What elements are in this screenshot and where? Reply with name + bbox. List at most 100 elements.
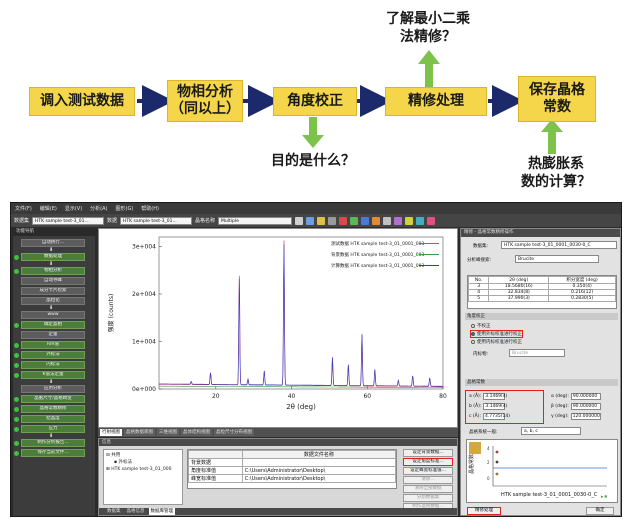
grid-icon[interactable] — [328, 216, 337, 225]
nav-step[interactable]: 确定晶相 — [21, 321, 85, 329]
nav-step[interactable]: 成分卡片检索 — [21, 287, 85, 295]
peak-icon[interactable] — [317, 216, 326, 225]
nav-step[interactable]: 晶格常数精修 — [21, 405, 85, 413]
menu-help[interactable]: 帮助(H) — [141, 205, 159, 212]
zoom-icon[interactable] — [295, 216, 304, 225]
status-dot-icon — [14, 362, 19, 368]
menu-file[interactable]: 文件(F) — [15, 205, 32, 212]
fit-icon[interactable] — [350, 216, 359, 225]
nav-step[interactable]: 内标法 — [21, 361, 85, 369]
tab-database-management[interactable]: 数据库管理 — [148, 508, 175, 515]
tab-dataset[interactable]: 数据集 — [105, 508, 123, 515]
internal-standard-select[interactable]: Brucite — [509, 349, 565, 357]
flow-question-thermal-expansion: 热膨胀系 数的计算？ — [521, 156, 591, 190]
ok-button[interactable]: 确定 — [586, 507, 614, 515]
table-row[interactable]: 角度标准值 C:\Users\Administrator\Desktop\ — [188, 466, 397, 475]
menu-graph[interactable]: 图形(G) — [116, 205, 134, 212]
nav-step[interactable]: 数据处理 — [21, 253, 85, 261]
split-dataset-button[interactable]: 分割数据集 — [403, 494, 453, 502]
nav-step[interactable]: 外标法 — [21, 351, 85, 359]
toolbar: 数据集 HTK sample test-3_01... 数据 HTK sampl… — [11, 214, 621, 227]
tab-3d-view[interactable]: 三维视图 — [157, 429, 179, 436]
export-icon[interactable] — [372, 216, 381, 225]
nav-step[interactable]: 自动寻峰 — [21, 277, 85, 285]
status-dot-icon — [14, 342, 19, 348]
crystal-system-select[interactable]: a, b, c — [521, 427, 581, 435]
dataset-select[interactable]: HTK sample test-3_01... — [32, 216, 105, 225]
cell-alpha-value[interactable]: 90.000000 — [570, 393, 601, 400]
cell-a-value[interactable]: 3.1469(4) — [483, 393, 507, 400]
nav-step[interactable]: 自动执行... — [21, 239, 85, 247]
table-row[interactable]: 峰宽标准值 C:\Users\Administrator\Desktop\ — [188, 474, 397, 483]
nav-step[interactable]: 晶粒化 — [21, 297, 85, 305]
function-navigator: 功能导航 自动执行... ⬇ 数据处理 ⬇ 物相分析 自动寻峰 成分卡片检索 晶粒化 ⬇ www 确… — [13, 228, 95, 516]
col-no: No. — [468, 276, 490, 284]
svg-text:晶格常数: 晶格常数 — [468, 454, 475, 474]
settings-icon[interactable] — [383, 216, 392, 225]
set-background-button[interactable]: 设定背景数据... — [403, 449, 453, 457]
radio-external-standard[interactable]: 使用外标校准进行校正 — [470, 330, 523, 338]
tree-item-external-standard[interactable]: ▪ 外标法 — [106, 459, 180, 466]
tree-item-sample[interactable]: ⊞ HTK sample test-3_01_000 — [106, 466, 180, 473]
table-icon[interactable] — [416, 216, 425, 225]
radio-internal-standard[interactable]: 使用内标校准进行校正 — [471, 339, 522, 345]
chart-icon[interactable] — [361, 216, 370, 225]
table-row[interactable]: 背景数据 — [188, 458, 397, 467]
legend-label: 计算数据 HTK sample test-3_01_0001_003 — [331, 262, 425, 269]
color-icon[interactable] — [394, 216, 403, 225]
bar-icon[interactable] — [427, 216, 436, 225]
nav-step[interactable]: 制作分析报告... — [21, 439, 85, 447]
set-angle-standard-button[interactable]: 设定角度标准... — [403, 458, 453, 466]
svg-text:4: 4 — [487, 446, 490, 451]
nav-step[interactable]: 晶胞尺寸/晶格畸变 — [21, 395, 85, 403]
flow-step-phase-analysis: 物相分析 （同以上） — [167, 80, 243, 122]
tab-lattice-db-view[interactable]: 晶格数据库图 — [124, 429, 155, 436]
cell-gamma-value[interactable]: 120.000000 — [570, 413, 601, 420]
y-tick-label: 1e+004 — [132, 339, 156, 346]
plot-frame — [158, 236, 444, 390]
rp-dataset-select[interactable]: HTK sample test-3_01_0001_0030-0_C — [501, 241, 617, 249]
nav-step[interactable]: K值法定量 — [21, 371, 85, 379]
cursor-icon[interactable] — [306, 216, 315, 225]
svg-text:2: 2 — [487, 460, 490, 465]
label-icon[interactable] — [405, 216, 414, 225]
x-tick-label: 40 — [288, 393, 296, 400]
cell-beta-value[interactable]: 90.000000 — [570, 403, 601, 410]
status-dot-icon — [14, 440, 19, 446]
set-width-standard-button[interactable]: 设定峰宽标准值... — [403, 467, 453, 475]
nav-step[interactable]: www — [21, 311, 85, 319]
menu-bar: 文件(F) 编辑(E) 显示(V) 分析(A) 图形(G) 帮助(H) — [11, 203, 621, 214]
clear-all-button[interactable]: 清除全部数据 — [403, 485, 453, 493]
nav-step[interactable]: 物相分析 — [21, 267, 85, 275]
data-select[interactable]: HTK sample test-3_01... — [120, 216, 193, 225]
menu-view[interactable]: 显示(V) — [65, 205, 82, 212]
tab-crystal-structure-view[interactable]: 晶体结构视图 — [181, 429, 212, 436]
clear-button[interactable]: 清除... — [403, 476, 453, 484]
menu-analysis[interactable]: 分析(A) — [90, 205, 107, 212]
nav-step[interactable]: 应用分析 — [21, 385, 85, 393]
rp-source-select[interactable]: Brucite — [515, 255, 599, 263]
nav-step[interactable]: 定量 — [21, 331, 85, 339]
radio-no-correction[interactable]: 不校正 — [471, 323, 491, 329]
table-row[interactable]: 5 37.990(3) 0.2830(5) — [468, 295, 616, 302]
sample-select[interactable]: Multiple — [218, 216, 293, 225]
refine-button[interactable]: 精修处理 — [467, 507, 501, 515]
nav-step[interactable]: 保存当前文件... — [21, 449, 85, 457]
tab-diffraction-view[interactable]: 行射视图 — [100, 429, 122, 436]
dataset-tree: ⊟ 共用 ▪ 外标法 ⊞ HTK sample test-3_01_000 — [103, 449, 183, 505]
refinement-panel: 精修 - 晶格常数精修操作 数据集: HTK sample test-3_01_… — [460, 228, 621, 516]
marker-icon[interactable] — [339, 216, 348, 225]
menu-edit[interactable]: 编辑(E) — [40, 205, 57, 212]
lattice-constant-section: 晶格常数 — [465, 379, 618, 386]
cell-b-value[interactable]: 3.1469(4) — [483, 403, 508, 410]
tab-grain-size-view[interactable]: 晶粒尺寸分布视图 — [214, 429, 254, 436]
nav-step[interactable]: 应力 — [21, 425, 85, 433]
nav-step[interactable]: RIR值 — [21, 341, 85, 349]
tree-item-common[interactable]: ⊟ 共用 — [106, 452, 180, 459]
tab-lattice-info[interactable]: 晶格信息 — [125, 508, 147, 515]
green-arrow-right-down — [541, 119, 563, 154]
cell-c-value[interactable]: 4.7735(14) — [483, 413, 510, 420]
nav-step[interactable]: 结晶度 — [21, 415, 85, 423]
diffraction-chart-panel: 0e+000 1e+004 2e+004 3e+004 20 40 60 80 2θ (deg)… — [98, 228, 458, 428]
table-header-file-name: 数据文件名称 — [241, 450, 397, 459]
